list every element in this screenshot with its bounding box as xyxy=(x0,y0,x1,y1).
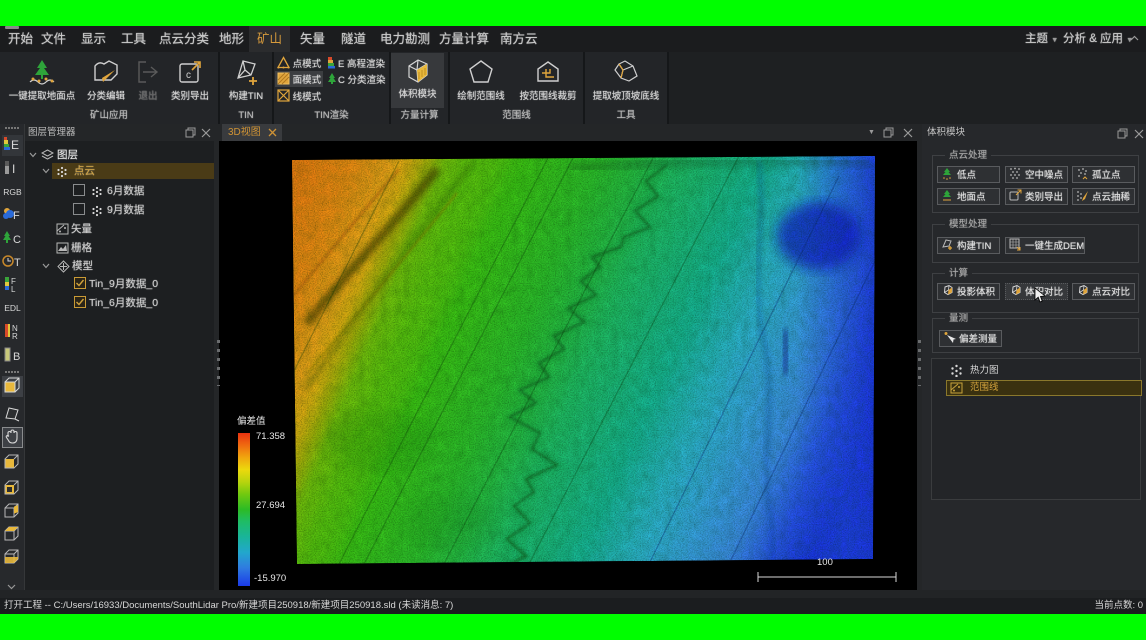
svg-text:C: C xyxy=(13,234,21,246)
svg-text:I: I xyxy=(12,162,15,176)
svg-text:R: R xyxy=(12,332,18,341)
svg-text:T: T xyxy=(14,257,21,269)
svg-text:B: B xyxy=(13,351,20,363)
svg-text:c: c xyxy=(186,70,191,81)
svg-text:F: F xyxy=(13,210,20,222)
svg-text:E: E xyxy=(11,138,19,152)
svg-text:L: L xyxy=(11,285,16,294)
